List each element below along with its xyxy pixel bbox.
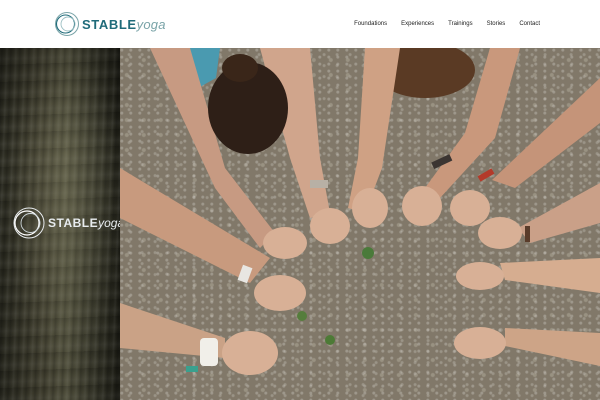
bark-panel: STABLEyoga: [0, 48, 120, 400]
hero-logo: STABLEyoga: [12, 206, 120, 240]
hero-logo-strong: STABLE: [48, 216, 99, 230]
logo-strong: STABLE: [82, 16, 137, 32]
sprout-2: [297, 311, 307, 321]
hand-2: [310, 208, 350, 244]
hand-9: [254, 275, 306, 311]
site-logo[interactable]: STABLEyoga: [54, 11, 166, 37]
hero-photo: [120, 48, 600, 400]
logo-light: yoga: [136, 16, 166, 32]
logo-wordmark: STABLEyoga: [82, 17, 166, 32]
hero-logo-rings-icon: [13, 207, 45, 239]
hero-logo-light: yoga: [98, 216, 120, 230]
hand-3: [352, 188, 388, 228]
bracelet-5: [525, 226, 530, 242]
nav-foundations[interactable]: Foundations: [354, 21, 387, 27]
main-nav: Foundations Experiences Trainings Storie…: [354, 0, 540, 48]
hero-logo-wordmark: STABLEyoga: [48, 216, 120, 230]
hand-10: [222, 331, 278, 375]
hair-bun-left: [222, 54, 258, 82]
logo-rings-icon: [55, 12, 79, 36]
nav-stories[interactable]: Stories: [487, 21, 506, 27]
nav-trainings[interactable]: Trainings: [448, 21, 472, 27]
nav-contact[interactable]: Contact: [519, 21, 540, 27]
hand-6: [478, 217, 522, 249]
hand-5: [450, 190, 490, 226]
sprout-3: [325, 335, 335, 345]
bracelet-7: [186, 366, 198, 372]
sprout-1: [362, 247, 374, 259]
hand-4: [402, 186, 442, 226]
site-header: STABLEyoga Foundations Experiences Train…: [0, 0, 600, 48]
hands-in-circle-illustration: [120, 48, 600, 400]
nav-experiences[interactable]: Experiences: [401, 21, 434, 27]
hand-8: [454, 327, 506, 359]
bracelet-6: [200, 338, 218, 366]
hand-7: [456, 262, 504, 290]
hand-1: [263, 227, 307, 259]
bracelet-2: [310, 180, 328, 188]
